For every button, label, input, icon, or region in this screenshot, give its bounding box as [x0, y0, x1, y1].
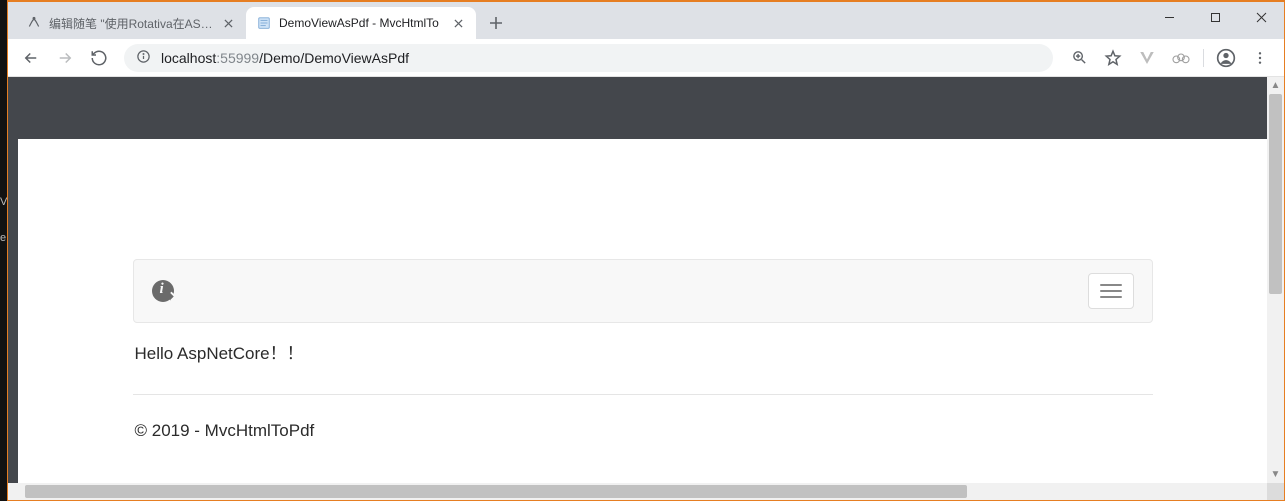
page-viewport: Hello AspNetCore！！ © 2019 - MvcHtmlToPdf…	[8, 77, 1284, 500]
scroll-down-arrow-icon[interactable]: ▼	[1267, 466, 1284, 483]
forward-button[interactable]	[50, 43, 80, 73]
zoom-icon[interactable]	[1063, 43, 1095, 73]
browser-window: 编辑随笔 "使用Rotativa在ASP.N DemoViewAsPdf - M…	[7, 0, 1285, 501]
close-icon[interactable]	[450, 15, 466, 31]
scroll-corner	[1267, 483, 1284, 500]
minimize-button[interactable]	[1146, 2, 1192, 32]
vertical-scroll-thumb[interactable]	[1269, 94, 1282, 294]
reload-button[interactable]	[84, 43, 114, 73]
url-host: localhost	[161, 50, 216, 66]
vertical-scrollbar[interactable]: ▲ ▼	[1267, 77, 1284, 483]
page-body: Hello AspNetCore！！ © 2019 - MvcHtmlToPdf	[18, 139, 1267, 483]
horizontal-scroll-thumb[interactable]	[25, 485, 967, 498]
info-brand-icon[interactable]	[152, 280, 174, 302]
toolbar-separator	[1203, 49, 1204, 67]
url-path: /Demo/DemoViewAsPdf	[259, 50, 409, 66]
tab-inactive[interactable]: 编辑随笔 "使用Rotativa在ASP.N	[16, 7, 246, 39]
close-icon[interactable]	[220, 15, 236, 31]
horizontal-scrollbar[interactable]	[8, 483, 1267, 500]
footer-text: © 2019 - MvcHtmlToPdf	[133, 421, 1153, 441]
tab-strip: 编辑随笔 "使用Rotativa在ASP.N DemoViewAsPdf - M…	[8, 2, 1284, 39]
extension-v-icon[interactable]	[1131, 43, 1163, 73]
tab-title: DemoViewAsPdf - MvcHtmlTo	[279, 16, 443, 30]
tab-favicon-icon	[26, 15, 42, 31]
greeting-text: Hello AspNetCore！！	[133, 335, 1153, 388]
window-controls	[1146, 2, 1284, 32]
window-close-button[interactable]	[1238, 2, 1284, 32]
background-left-strip: V e	[0, 0, 7, 501]
profile-avatar-icon[interactable]	[1210, 43, 1242, 73]
extension-cloud-icon[interactable]	[1165, 43, 1197, 73]
back-button[interactable]	[16, 43, 46, 73]
url-port: :55999	[216, 50, 259, 66]
site-info-icon[interactable]	[136, 49, 151, 67]
toolbar: localhost:55999/Demo/DemoViewAsPdf	[8, 39, 1284, 77]
bg-text: e	[0, 232, 7, 244]
address-bar[interactable]: localhost:55999/Demo/DemoViewAsPdf	[124, 44, 1053, 72]
navbar-toggle-button[interactable]	[1088, 273, 1134, 309]
tab-title: 编辑随笔 "使用Rotativa在ASP.N	[49, 15, 213, 32]
maximize-button[interactable]	[1192, 2, 1238, 32]
tab-favicon-icon	[256, 15, 272, 31]
menu-dots-icon[interactable]	[1244, 43, 1276, 73]
page-container: Hello AspNetCore！！ © 2019 - MvcHtmlToPdf	[133, 259, 1153, 441]
scroll-up-arrow-icon[interactable]: ▲	[1267, 77, 1284, 94]
bg-text: V	[0, 196, 7, 208]
divider	[133, 394, 1153, 395]
new-tab-button[interactable]	[482, 9, 510, 37]
toolbar-right	[1063, 43, 1276, 73]
bookmark-star-icon[interactable]	[1097, 43, 1129, 73]
tab-active[interactable]: DemoViewAsPdf - MvcHtmlTo	[246, 7, 476, 39]
page-navbar	[133, 259, 1153, 323]
page-grey-band	[18, 77, 1267, 139]
url-text: localhost:55999/Demo/DemoViewAsPdf	[161, 50, 409, 66]
page-content-area: Hello AspNetCore！！ © 2019 - MvcHtmlToPdf	[18, 77, 1267, 483]
